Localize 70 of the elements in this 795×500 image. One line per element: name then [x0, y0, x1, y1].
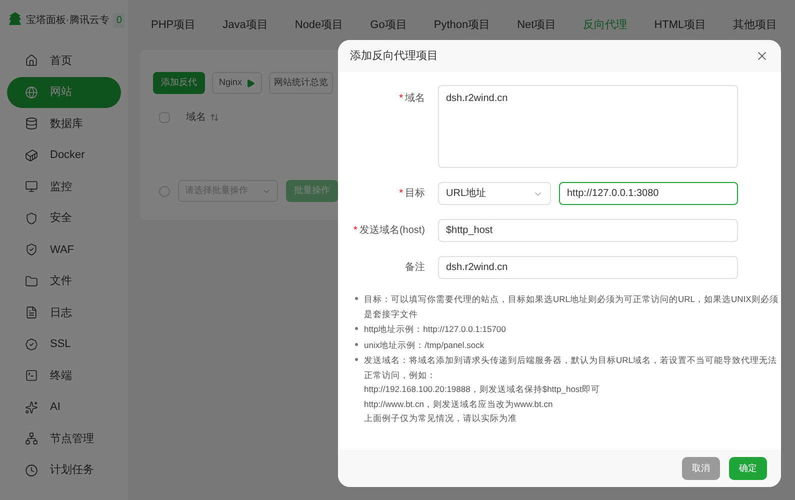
cancel-button[interactable]: 取消	[682, 457, 720, 480]
network-icon	[25, 432, 38, 446]
required-mark: *	[354, 224, 358, 238]
sparkles-icon	[25, 400, 38, 414]
sidebar-item[interactable]: Docker	[7, 140, 121, 171]
field-label: 发送域名(host)	[359, 224, 425, 238]
home-icon	[25, 54, 38, 68]
bullet-icon	[355, 342, 358, 346]
sidebar-item[interactable]: 文件	[7, 266, 121, 297]
sidebar-item[interactable]: 终端	[7, 360, 121, 392]
sort-icon	[210, 112, 219, 122]
required-mark: *	[399, 92, 403, 106]
panel-title: 宝塔面板·腾讯云专	[26, 14, 110, 28]
hint-text: 发送域名：将域名添加到请求头传递到后端服务器，默认为目标URL域名，若设置不当可能导致代理无法 正常访问，例如： http://192.168.100.20:19888，则发送域名保持$http_host即可 http://www.bt.cn，则发送域名应当改为www.bt.cn 上面例子仅为常见情况，请以实际为准	[364, 354, 778, 425]
required-mark: *	[399, 187, 403, 201]
project-tab[interactable]: Node项目	[294, 16, 344, 34]
database-icon	[25, 117, 38, 130]
close-icon[interactable]	[755, 49, 769, 63]
sidebar-item[interactable]: 监控	[7, 171, 121, 202]
sidebar-item[interactable]: 安全	[7, 202, 121, 234]
project-tab[interactable]: Java项目	[222, 16, 268, 34]
column-header: 域名	[186, 110, 206, 124]
dialog-title: 添加反向代理项目	[350, 48, 438, 64]
folder-icon	[25, 274, 38, 288]
clock-icon	[25, 464, 38, 477]
sidebar-item[interactable]: 首页	[7, 45, 121, 76]
site-stats-button[interactable]: 网站统计总览	[269, 72, 334, 94]
target-url-input[interactable]: http://127.0.0.1:3080	[559, 182, 738, 205]
row-checkbox[interactable]	[159, 112, 170, 122]
project-tab[interactable]: Go项目	[370, 16, 407, 34]
pagoda-logo-icon	[8, 12, 22, 28]
field-label: 备注	[405, 260, 425, 275]
sidebar-item[interactable]: 节点管理	[7, 423, 121, 454]
project-tab[interactable]: HTML项目	[654, 16, 706, 34]
monitor-icon	[25, 180, 38, 194]
sidebar-item[interactable]: 计划任务	[7, 454, 121, 486]
hint-text: http地址示例：http://127.0.0.1:15700	[364, 323, 506, 336]
hint-text: unix地址示例：/tmp/panel.sock	[364, 338, 484, 352]
sidebar-item[interactable]: 日志	[7, 297, 121, 328]
text-input[interactable]: $http_host	[438, 219, 738, 242]
sidebar-item[interactable]: WAF	[7, 234, 121, 266]
document-icon	[25, 306, 38, 320]
domain-textarea[interactable]: dsh.r2wind.cn	[438, 85, 738, 168]
sidebar-item[interactable]: 数据库	[7, 108, 121, 140]
sidebar-item[interactable]: SSL	[7, 328, 121, 360]
project-tab[interactable]: Net项目	[517, 16, 556, 34]
project-tab[interactable]: PHP项目	[151, 16, 196, 34]
select-all-checkbox[interactable]	[159, 186, 170, 196]
count-badge: 0	[113, 12, 125, 28]
bullet-icon	[355, 358, 358, 361]
project-tab[interactable]: Python项目	[434, 16, 490, 34]
nginx-button[interactable]: Nginx	[212, 72, 262, 94]
field-label: 域名	[405, 92, 425, 106]
badge-check-icon	[25, 338, 38, 351]
bullet-icon	[355, 297, 358, 300]
project-tab[interactable]: 其他项目	[733, 16, 778, 34]
bullet-icon	[355, 327, 358, 330]
field-label: 目标	[405, 186, 425, 201]
box-icon	[25, 148, 38, 162]
sidebar-item[interactable]: AI	[7, 392, 121, 423]
play-icon	[246, 78, 256, 88]
confirm-button[interactable]: 确定	[729, 457, 767, 480]
globe-icon	[25, 86, 38, 99]
target-type-select[interactable]: URL地址	[438, 182, 551, 205]
terminal-icon	[25, 369, 38, 382]
add-proxy-button[interactable]: 添加反代	[153, 72, 205, 94]
sidebar-item[interactable]: 网站	[7, 76, 121, 108]
shield-icon	[25, 212, 38, 225]
text-input[interactable]: dsh.r2wind.cn	[438, 256, 738, 279]
shield-check-icon	[25, 243, 38, 256]
